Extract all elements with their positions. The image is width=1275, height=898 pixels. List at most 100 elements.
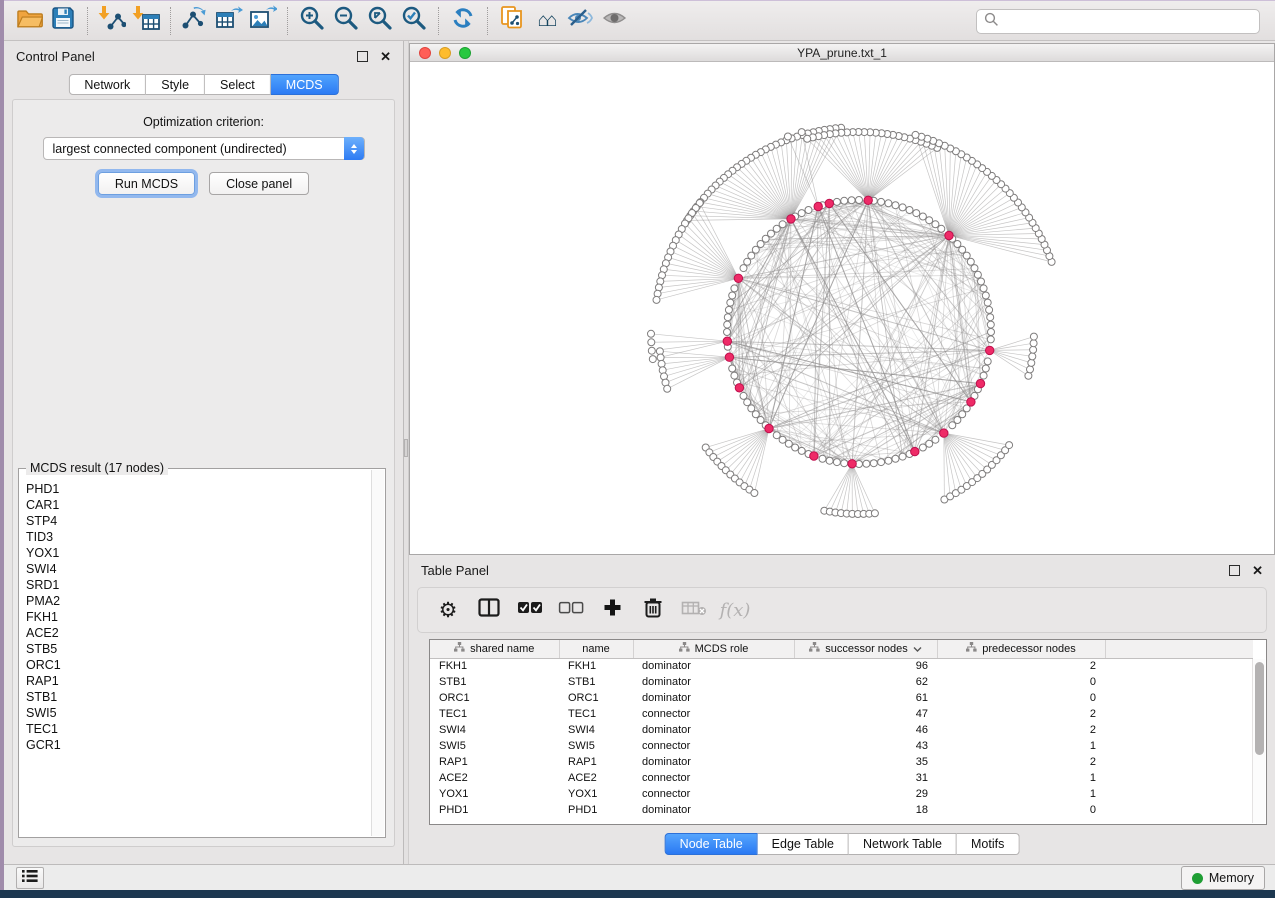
import-table-button[interactable] xyxy=(129,5,163,37)
network-canvas[interactable] xyxy=(410,62,1274,554)
search-box[interactable] xyxy=(976,9,1260,34)
function-builder-button[interactable]: f(x) xyxy=(719,593,751,627)
float-panel-icon[interactable] xyxy=(357,51,368,62)
cell-name[interactable]: TEC1 xyxy=(559,706,633,722)
refresh-layout-button[interactable] xyxy=(446,5,480,37)
cell-name[interactable]: FKH1 xyxy=(559,658,633,674)
cell-name[interactable]: ORC1 xyxy=(559,690,633,706)
cell-predecessor-nodes[interactable]: 2 xyxy=(937,722,1105,738)
cell-successor-nodes[interactable]: 62 xyxy=(794,674,937,690)
search-input[interactable] xyxy=(999,10,1259,33)
add-row-button[interactable] xyxy=(596,593,628,627)
cell-predecessor-nodes[interactable]: 0 xyxy=(937,802,1105,818)
mcds-result-item[interactable]: STB1 xyxy=(26,689,371,705)
deselect-all-button[interactable] xyxy=(555,593,587,627)
cell-name[interactable]: ACE2 xyxy=(559,770,633,786)
cell-MCDS-role[interactable]: dominator xyxy=(633,674,794,690)
table-row[interactable]: PHD1PHD1dominator180 xyxy=(430,802,1253,818)
node-table-grid[interactable]: shared namenameMCDS rolesuccessor nodesp… xyxy=(430,640,1253,818)
select-all-button[interactable] xyxy=(514,593,546,627)
cell-successor-nodes[interactable]: 96 xyxy=(794,658,937,674)
tab-network-table[interactable]: Network Table xyxy=(849,833,957,855)
cell-shared-name[interactable]: STB1 xyxy=(430,674,559,690)
cell-MCDS-role[interactable]: connector xyxy=(633,738,794,754)
column-header-predecessor-nodes[interactable]: predecessor nodes xyxy=(937,640,1105,658)
hide-selected-button[interactable] xyxy=(563,5,597,37)
show-columns-button[interactable] xyxy=(473,593,505,627)
memory-button[interactable]: Memory xyxy=(1181,866,1265,890)
tab-network[interactable]: Network xyxy=(68,74,146,95)
tab-motifs[interactable]: Motifs xyxy=(957,833,1019,855)
cell-successor-nodes[interactable]: 29 xyxy=(794,786,937,802)
cell-MCDS-role[interactable]: dominator xyxy=(633,802,794,818)
cell-name[interactable]: YOX1 xyxy=(559,786,633,802)
cell-successor-nodes[interactable]: 35 xyxy=(794,754,937,770)
zoom-selected-button[interactable] xyxy=(397,5,431,37)
splitter-grip[interactable] xyxy=(404,439,408,457)
cell-name[interactable]: STB1 xyxy=(559,674,633,690)
cell-successor-nodes[interactable]: 43 xyxy=(794,738,937,754)
mcds-result-item[interactable]: YOX1 xyxy=(26,545,371,561)
show-all-button[interactable] xyxy=(597,5,631,37)
mcds-result-item[interactable]: RAP1 xyxy=(26,673,371,689)
open-session-button[interactable] xyxy=(12,5,46,37)
column-header-MCDS-role[interactable]: MCDS role xyxy=(633,640,794,658)
cell-MCDS-role[interactable]: connector xyxy=(633,770,794,786)
cell-MCDS-role[interactable]: connector xyxy=(633,786,794,802)
table-row[interactable]: ACE2ACE2connector311 xyxy=(430,770,1253,786)
cell-predecessor-nodes[interactable]: 2 xyxy=(937,658,1105,674)
table-row[interactable]: YOX1YOX1connector291 xyxy=(430,786,1253,802)
close-panel-icon[interactable]: ✕ xyxy=(380,51,391,62)
mcds-result-list[interactable]: PHD1CAR1STP4TID3YOX1SWI4SRD1PMA2FKH1ACE2… xyxy=(19,472,371,837)
delete-table-button[interactable] xyxy=(678,593,710,627)
delete-row-button[interactable] xyxy=(637,593,669,627)
zoom-in-button[interactable] xyxy=(295,5,329,37)
cell-shared-name[interactable]: RAP1 xyxy=(430,754,559,770)
zoom-fit-button[interactable] xyxy=(363,5,397,37)
criterion-select[interactable]: largest connected component (undirected) xyxy=(43,137,365,160)
cell-shared-name[interactable]: PHD1 xyxy=(430,802,559,818)
cell-MCDS-role[interactable]: dominator xyxy=(633,754,794,770)
cell-predecessor-nodes[interactable]: 1 xyxy=(937,770,1105,786)
cell-MCDS-role[interactable]: dominator xyxy=(633,658,794,674)
cell-shared-name[interactable]: SWI4 xyxy=(430,722,559,738)
mcds-result-item[interactable]: STP4 xyxy=(26,513,371,529)
cell-predecessor-nodes[interactable]: 0 xyxy=(937,674,1105,690)
mcds-result-item[interactable]: CAR1 xyxy=(26,497,371,513)
export-network-button[interactable] xyxy=(178,5,212,37)
tab-select[interactable]: Select xyxy=(205,74,271,95)
mcds-result-item[interactable]: STB5 xyxy=(26,641,371,657)
cell-MCDS-role[interactable]: connector xyxy=(633,706,794,722)
table-settings-button[interactable]: ⚙ xyxy=(432,593,464,627)
mcds-list-scrollbar[interactable] xyxy=(371,470,384,836)
cell-name[interactable]: RAP1 xyxy=(559,754,633,770)
table-scrollbar[interactable] xyxy=(1252,659,1265,823)
export-image-button[interactable] xyxy=(246,5,280,37)
cell-successor-nodes[interactable]: 61 xyxy=(794,690,937,706)
column-header-shared-name[interactable]: shared name xyxy=(430,640,559,658)
mcds-result-item[interactable]: FKH1 xyxy=(26,609,371,625)
cell-predecessor-nodes[interactable]: 2 xyxy=(937,706,1105,722)
table-row[interactable]: ORC1ORC1dominator610 xyxy=(430,690,1253,706)
cell-name[interactable]: SWI4 xyxy=(559,722,633,738)
run-mcds-button[interactable]: Run MCDS xyxy=(98,172,195,195)
zoom-out-button[interactable] xyxy=(329,5,363,37)
cell-shared-name[interactable]: ACE2 xyxy=(430,770,559,786)
cell-shared-name[interactable]: ORC1 xyxy=(430,690,559,706)
cell-successor-nodes[interactable]: 31 xyxy=(794,770,937,786)
table-row[interactable]: RAP1RAP1dominator352 xyxy=(430,754,1253,770)
cell-shared-name[interactable]: TEC1 xyxy=(430,706,559,722)
cell-predecessor-nodes[interactable]: 0 xyxy=(937,690,1105,706)
close-panel-button[interactable]: Close panel xyxy=(209,172,309,195)
mcds-result-item[interactable]: TEC1 xyxy=(26,721,371,737)
float-table-panel-icon[interactable] xyxy=(1229,565,1240,576)
table-scrollbar-thumb[interactable] xyxy=(1255,662,1264,755)
column-header-successor-nodes[interactable]: successor nodes xyxy=(794,640,937,658)
cell-predecessor-nodes[interactable]: 2 xyxy=(937,754,1105,770)
cell-name[interactable]: SWI5 xyxy=(559,738,633,754)
cell-predecessor-nodes[interactable]: 1 xyxy=(937,738,1105,754)
mcds-result-item[interactable]: ORC1 xyxy=(26,657,371,673)
mcds-result-item[interactable]: SRD1 xyxy=(26,577,371,593)
mcds-result-item[interactable]: GCR1 xyxy=(26,737,371,753)
cell-shared-name[interactable]: SWI5 xyxy=(430,738,559,754)
